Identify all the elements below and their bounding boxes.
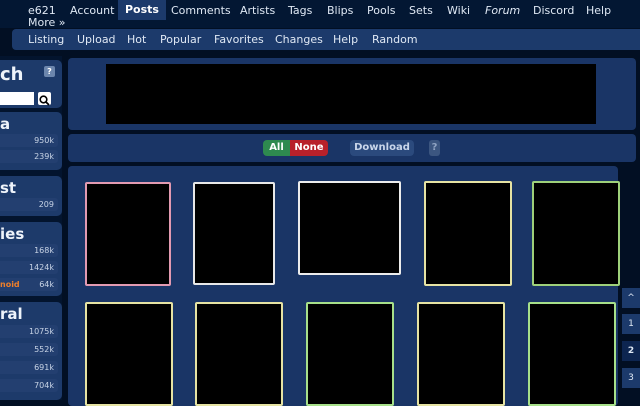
nav-comments[interactable]: Comments — [167, 4, 235, 20]
nav-account[interactable]: Account — [66, 4, 118, 20]
tag-row[interactable]: 168k — [0, 244, 58, 257]
post-thumbnail[interactable] — [306, 302, 394, 406]
nav-sets[interactable]: Sets — [405, 4, 437, 20]
subnav-random[interactable]: Random — [372, 33, 418, 46]
tag-section-st: st 209 — [0, 176, 62, 216]
nav-tags[interactable]: Tags — [284, 4, 316, 20]
nav-wiki[interactable]: Wiki — [443, 4, 474, 20]
nav-help[interactable]: Help — [582, 4, 615, 20]
tag-row[interactable]: 1424k — [0, 261, 58, 274]
page-number: 2 — [627, 346, 635, 356]
post-thumbnail[interactable] — [195, 302, 283, 406]
page-3[interactable]: 3 — [622, 368, 640, 388]
section-title: ies — [0, 225, 25, 243]
tag-section-ies: ies 168k 1424k noid 64k — [0, 222, 62, 296]
download-button[interactable]: Download — [350, 140, 414, 156]
nav-blips[interactable]: Blips — [323, 4, 357, 20]
post-thumbnail[interactable] — [417, 302, 505, 406]
sub-navigation: Listing Upload Hot Popular Favorites Cha… — [12, 29, 640, 50]
nav-artists[interactable]: Artists — [236, 4, 279, 20]
post-thumbnail[interactable] — [298, 181, 401, 275]
page-up-button[interactable]: ^ — [622, 288, 640, 308]
search-title: ch — [0, 64, 24, 85]
post-thumbnail[interactable] — [532, 181, 620, 286]
tag-count: 64k — [39, 280, 54, 289]
tag-name[interactable]: noid — [0, 278, 20, 291]
page-number: 1 — [628, 319, 634, 329]
nav-pools[interactable]: Pools — [363, 4, 400, 20]
subnav-popular[interactable]: Popular — [160, 33, 201, 46]
subnav-changes[interactable]: Changes — [275, 33, 323, 46]
search-help-button[interactable]: ? — [44, 66, 55, 77]
subnav-favorites[interactable]: Favorites — [214, 33, 264, 46]
sidebar: ch ? a 950k 239k st 209 ies 168k 1424k n… — [0, 56, 62, 400]
post-thumbnail[interactable] — [424, 181, 512, 286]
subnav-listing[interactable]: Listing — [28, 33, 64, 46]
post-thumbnail[interactable] — [528, 302, 616, 406]
search-panel: ch ? — [0, 60, 62, 108]
section-title: st — [0, 179, 17, 197]
tag-row[interactable]: 552k — [0, 343, 58, 356]
tag-row[interactable]: 1075k — [0, 325, 58, 338]
tag-row[interactable]: 209 — [0, 198, 58, 211]
nav-discord[interactable]: Discord — [529, 4, 578, 20]
search-input[interactable] — [0, 92, 34, 105]
nav-more[interactable]: More » — [28, 16, 66, 29]
chevron-up-icon: ^ — [627, 293, 635, 303]
tag-count: 168k — [34, 246, 54, 255]
section-title: ral — [0, 305, 23, 323]
tag-row[interactable]: 691k — [0, 361, 58, 374]
top-navigation: e621 Account Posts Comments Artists Tags… — [0, 0, 640, 29]
tag-count: 1075k — [29, 327, 54, 336]
search-icon — [39, 95, 50, 106]
tag-row[interactable]: noid 64k — [0, 278, 58, 291]
section-title: a — [0, 115, 11, 133]
post-thumbnail[interactable] — [85, 182, 171, 286]
tag-count: 239k — [34, 152, 54, 161]
page-number: 3 — [628, 373, 634, 383]
post-thumbnail[interactable] — [85, 302, 173, 406]
tag-row[interactable]: 704k — [0, 379, 58, 392]
tag-count: 704k — [34, 381, 54, 390]
select-all-button[interactable]: All — [263, 140, 290, 156]
tag-count: 691k — [34, 363, 54, 372]
ad-banner — [106, 64, 596, 124]
subnav-upload[interactable]: Upload — [77, 33, 116, 46]
post-thumbnail[interactable] — [193, 182, 275, 285]
subnav-hot[interactable]: Hot — [127, 33, 146, 46]
tag-count: 552k — [34, 345, 54, 354]
search-button[interactable] — [38, 92, 51, 106]
tag-count: 950k — [34, 136, 54, 145]
nav-forum[interactable]: Forum — [481, 4, 524, 20]
tag-row[interactable]: 239k — [0, 150, 58, 163]
subnav-help[interactable]: Help — [333, 33, 358, 46]
nav-posts[interactable]: Posts — [118, 0, 166, 20]
tag-row[interactable]: 950k — [0, 134, 58, 147]
select-none-button[interactable]: None — [290, 140, 328, 156]
tag-section-a: a 950k 239k — [0, 112, 62, 170]
page-1[interactable]: 1 — [622, 314, 640, 334]
tag-section-ral: ral 1075k 552k 691k 704k — [0, 302, 62, 400]
tag-count: 1424k — [29, 263, 54, 272]
download-help-button[interactable]: ? — [429, 140, 440, 156]
tag-count: 209 — [38, 200, 54, 209]
page-2-current[interactable]: 2 — [622, 341, 640, 361]
